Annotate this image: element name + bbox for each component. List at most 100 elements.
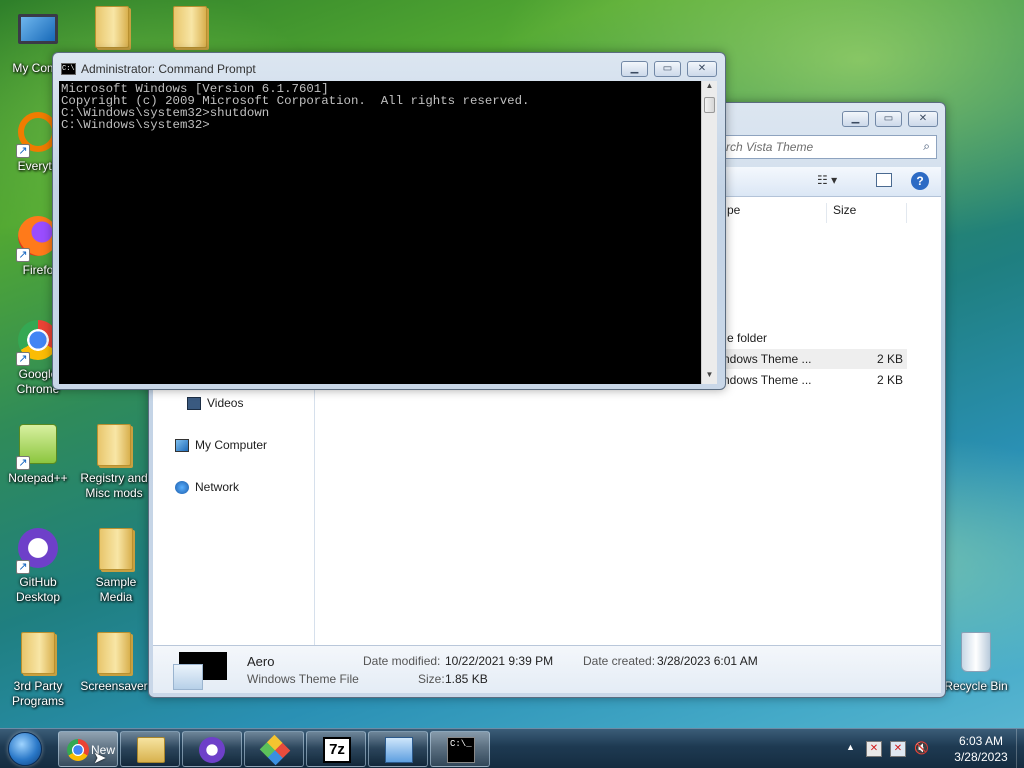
desktop-icon-label: GitHub Desktop — [15, 575, 61, 604]
folder-icon — [90, 6, 134, 50]
search-input[interactable]: rch Vista Theme ⌕ — [717, 135, 937, 159]
maximize-button[interactable]: ▭ — [654, 61, 681, 77]
nav-item-network[interactable]: Network — [175, 480, 239, 500]
desktop-icon-label: Recycle Bin — [944, 679, 1008, 693]
console-output[interactable]: Microsoft Windows [Version 6.1.7601] Copy… — [59, 81, 701, 384]
explorer-icon — [137, 737, 165, 763]
7zip-icon: 7z — [323, 737, 351, 763]
volume-muted-icon[interactable]: 🔇 — [914, 741, 930, 757]
desktop-folder-2[interactable] — [152, 6, 228, 53]
start-button[interactable] — [4, 729, 46, 768]
details-name: Aero — [247, 654, 275, 669]
desktop-icon-github-desktop[interactable]: ↗ GitHub Desktop — [0, 528, 76, 605]
clock-date: 3/28/2023 — [954, 750, 1008, 764]
shortcut-arrow-icon: ↗ — [16, 248, 30, 262]
clock-time: 6:03 AM — [958, 734, 1004, 748]
scroll-down-icon[interactable]: ▼ — [702, 370, 717, 384]
action-center-icon[interactable]: ✕ — [866, 741, 882, 757]
desktop-icon-label: Sample Media — [95, 575, 137, 604]
network-icon — [175, 481, 189, 495]
desktop-folder-1[interactable] — [74, 6, 150, 53]
computer-icon — [16, 14, 60, 58]
nav-label: My Computer — [195, 438, 268, 452]
details-size-label: Size: — [418, 672, 445, 686]
theme-file-icon-overlay — [173, 664, 203, 690]
desktop-icon-sample-media[interactable]: Sample Media — [78, 528, 154, 605]
taskbar-clock[interactable]: 6:03 AM 3/28/2023 — [946, 733, 1016, 765]
notepadpp-icon: ↗ — [16, 424, 60, 470]
file-size: 2 KB — [876, 352, 903, 366]
maximize-button[interactable]: ▭ — [875, 111, 902, 127]
taskbar-chrome[interactable]: New ➤ — [58, 731, 118, 767]
show-desktop-button[interactable] — [1016, 729, 1024, 768]
desktop-icon-label: Registry and Misc mods — [80, 471, 148, 500]
windows-orb-icon — [8, 732, 42, 766]
column-header-type[interactable]: pe — [727, 203, 827, 223]
file-type: e folder — [727, 331, 768, 345]
control-panel-icon — [385, 737, 413, 763]
taskbar-7zip[interactable]: 7z — [306, 731, 366, 767]
tray-expand-icon[interactable]: ▲ — [846, 742, 855, 752]
desktop-icon-notepadpp[interactable]: ↗ Notepad++ — [0, 424, 76, 486]
file-type: ndows Theme ... — [723, 373, 812, 387]
taskbar-app-launcher[interactable] — [244, 731, 304, 767]
desktop-icon-registry-folder[interactable]: Registry and Misc mods — [76, 424, 152, 501]
folder-icon — [94, 528, 138, 572]
folder-icon — [168, 6, 212, 50]
nav-item-videos[interactable]: Videos — [187, 396, 243, 416]
folder-icon — [92, 632, 136, 676]
nav-item-my-computer[interactable]: My Computer — [175, 438, 267, 458]
list-item[interactable]: ndows Theme ... 2 KB — [717, 370, 907, 390]
details-kind: Windows Theme File — [247, 672, 359, 686]
cmd-title: Administrator: Command Prompt — [81, 62, 256, 76]
details-modified-label: Date modified: — [363, 654, 441, 668]
search-icon[interactable]: ⌕ — [923, 139, 930, 154]
taskbar-command-prompt[interactable]: C:\_ — [430, 731, 490, 767]
scroll-up-icon[interactable]: ▲ — [702, 81, 717, 95]
file-size: 2 KB — [876, 373, 903, 387]
taskbar-github-desktop[interactable] — [182, 731, 242, 767]
taskbar-explorer[interactable] — [120, 731, 180, 767]
github-icon: ↗ — [16, 528, 60, 574]
scroll-thumb[interactable] — [704, 97, 715, 113]
minimize-button[interactable]: ▁ — [842, 111, 869, 127]
details-pane: Aero Windows Theme File Date modified: 1… — [153, 645, 941, 693]
desktop-icon-screensaver[interactable]: Screensaver — [76, 632, 152, 694]
desktop-icon-label: 3rd Party Programs — [11, 679, 64, 708]
help-icon[interactable]: ? — [911, 172, 929, 190]
console-scrollbar[interactable]: ▲ ▼ — [701, 81, 717, 384]
mouse-cursor-icon: ➤ — [93, 750, 107, 767]
cmd-app-icon: C:\ — [61, 63, 76, 75]
console-line: C:\Windows\system32> — [61, 118, 210, 132]
cmd-icon: C:\_ — [447, 737, 475, 763]
list-item[interactable]: ndows Theme ... 2 KB — [717, 349, 907, 369]
search-placeholder: rch Vista Theme — [726, 140, 814, 154]
details-modified: 10/22/2021 9:39 PM — [445, 654, 554, 668]
desktop-icon-recycle-bin[interactable]: Recycle Bin — [938, 632, 1014, 694]
taskbar: New ➤ 7z C:\_ ▲ ✕ ✕ 🔇 6:03 AM 3/28/2023 — [0, 728, 1024, 768]
desktop-icon-3rd-party[interactable]: 3rd Party Programs — [0, 632, 76, 709]
view-options-icon[interactable]: ☷ ▾ — [817, 173, 837, 187]
list-item[interactable]: e folder — [727, 331, 907, 351]
taskbar-control-panel[interactable] — [368, 731, 428, 767]
shortcut-arrow-icon: ↗ — [16, 456, 30, 470]
computer-icon — [175, 439, 189, 453]
shortcut-arrow-icon: ↗ — [16, 144, 30, 158]
cmd-titlebar[interactable]: C:\ Administrator: Command Prompt ▁ ▭ ✕ — [53, 53, 725, 81]
nav-label: Network — [195, 480, 240, 494]
network-tray-icon[interactable]: ✕ — [890, 741, 906, 757]
close-button[interactable]: ✕ — [908, 111, 938, 127]
folder-icon — [92, 424, 136, 468]
shortcut-arrow-icon: ↗ — [16, 560, 30, 574]
details-created-label: Date created: — [583, 654, 656, 668]
column-header-size[interactable]: Size — [833, 203, 907, 223]
details-created: 3/28/2023 6:01 AM — [657, 654, 758, 668]
launcher-icon — [259, 734, 291, 766]
cmd-window[interactable]: C:\ Administrator: Command Prompt ▁ ▭ ✕ … — [52, 52, 726, 390]
preview-pane-icon[interactable] — [876, 173, 892, 187]
close-button[interactable]: ✕ — [687, 61, 717, 77]
minimize-button[interactable]: ▁ — [621, 61, 648, 77]
chrome-icon — [67, 739, 89, 761]
desktop-icon-label: Notepad++ — [8, 471, 68, 485]
github-icon — [199, 737, 225, 763]
